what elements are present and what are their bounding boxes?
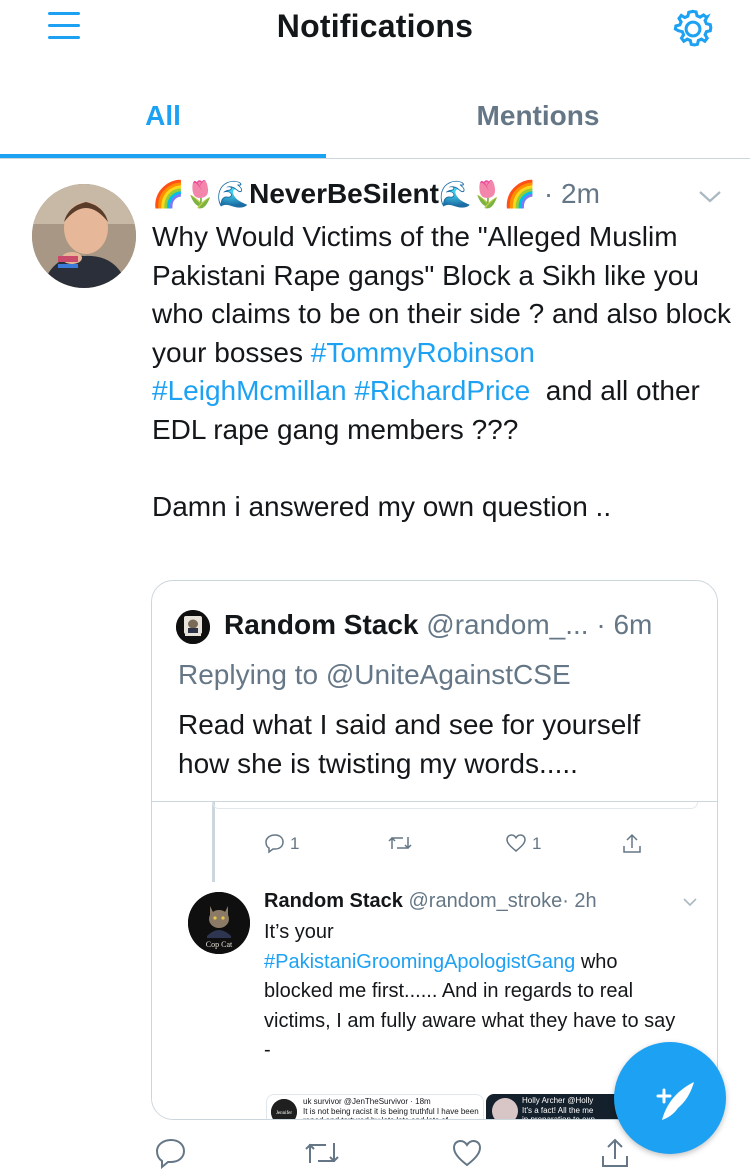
retweet-icon — [386, 832, 414, 859]
active-tab-indicator — [0, 154, 326, 158]
screenshot-display-name: Random Stack — [264, 890, 403, 912]
embedded-avatar: Jennifer — [271, 1099, 297, 1119]
tab-mentions[interactable]: Mentions — [326, 86, 750, 158]
quoted-timestamp: · 6m — [596, 609, 653, 640]
quoted-display-name: Random Stack — [224, 609, 419, 640]
heart-icon[interactable] — [450, 1136, 484, 1170]
screenshot-action-row: 1 1 — [264, 832, 664, 862]
tab-mentions-label: Mentions — [476, 100, 600, 131]
screenshot-tweet-header: Random Stack @random_stroke· 2h — [264, 890, 597, 913]
retweet-icon[interactable] — [302, 1136, 342, 1170]
display-name-emoji-left: 🌈🌷🌊 — [152, 179, 250, 209]
notification-tabs: All Mentions — [0, 86, 750, 159]
cat-avatar-image: Cop Cat — [188, 892, 250, 954]
avatar[interactable] — [32, 184, 136, 288]
tweet-header: 🌈🌷🌊NeverBeSilent🌊🌷🌈 · 2m — [152, 178, 742, 218]
quoted-tweet-header: Random Stack @random_... · 6m — [176, 609, 716, 644]
reply-count: 1 — [290, 834, 300, 853]
page-title: Notifications — [276, 8, 474, 44]
embedded-avatar-label: Jennifer — [276, 1111, 292, 1116]
reply-icon[interactable] — [154, 1136, 188, 1170]
chevron-down-icon — [683, 898, 697, 907]
hashtag-link[interactable]: #LeighMcmillan — [152, 375, 347, 406]
top-bar: Notifications — [0, 0, 750, 56]
quoted-tweet[interactable]: Random Stack @random_... · 6m Replying t… — [151, 580, 718, 1120]
replying-to-label: Replying to @UniteAgainstCSE — [178, 659, 571, 690]
screenshot-hashtag: #PakistaniGroomingApologistGang — [264, 950, 576, 973]
embedded-avatar — [492, 1098, 518, 1119]
reply-icon — [264, 832, 286, 859]
tab-all[interactable]: All — [0, 86, 326, 158]
quoted-avatar — [176, 609, 210, 644]
avatar-image — [32, 184, 136, 288]
tweet-timestamp[interactable]: · 2m — [544, 178, 600, 209]
display-name[interactable]: NeverBeSilent — [249, 178, 439, 209]
hashtag-link[interactable]: #RichardPrice — [354, 375, 530, 406]
previous-card-edge — [212, 802, 698, 809]
thread-line — [212, 802, 215, 882]
quoted-handle: @random_... — [426, 609, 589, 640]
quoted-tweet-text: Read what I said and see for yourself ho… — [178, 709, 641, 779]
share-icon[interactable] — [598, 1136, 632, 1170]
screenshot-handle: @random_stroke — [408, 890, 563, 912]
screenshot-avatar: Cop Cat — [188, 892, 250, 954]
share-icon — [620, 832, 644, 861]
cat-avatar-image — [176, 609, 210, 644]
tweet-action-bar — [0, 1130, 750, 1170]
screenshot-text-part: It’s your — [264, 921, 334, 943]
avatar-caption: Cop Cat — [206, 940, 233, 949]
tab-all-label: All — [145, 100, 181, 131]
screenshot-timestamp: · 2h — [562, 890, 597, 912]
chevron-down-icon[interactable] — [696, 186, 724, 206]
like-count: 1 — [532, 834, 542, 853]
display-name-emoji-right: 🌊🌷🌈 — [439, 179, 537, 209]
embedded-tweet-image: Jennifer uk survivor @JenTheSurvivor · 1… — [266, 1094, 484, 1119]
hashtag-link[interactable]: #TommyRobinson — [311, 337, 535, 368]
gear-icon[interactable] — [670, 6, 716, 52]
embedded-tweet-text: uk survivor @JenTheSurvivor · 18m It is … — [303, 1097, 479, 1119]
tweet-text: Why Would Victims of the "Alleged Muslim… — [152, 218, 732, 527]
heart-icon — [504, 832, 528, 859]
